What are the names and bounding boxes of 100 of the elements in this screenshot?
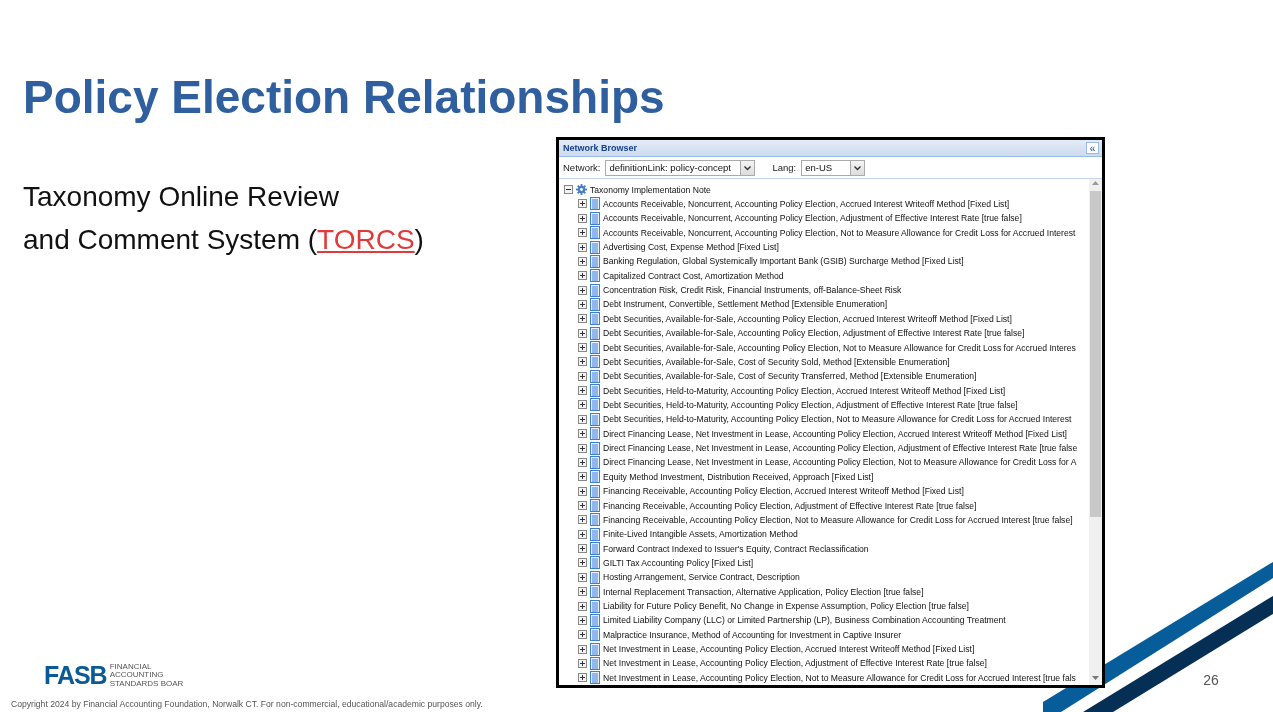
expand-icon[interactable] (578, 414, 587, 424)
document-icon (590, 211, 600, 225)
expand-icon[interactable] (578, 486, 587, 496)
document-icon (590, 570, 600, 584)
tree-item[interactable]: Direct Financing Lease, Net Investment in Lease, Accounting Policy Election, Accrued Interest Writeoff Method [Fixed List] (603, 428, 1067, 439)
expand-icon[interactable] (578, 457, 587, 467)
tree-item[interactable]: Limited Liability Company (LLC) or Limited Partnership (LP), Business Combination Accounting Treatment (603, 615, 1006, 626)
expand-icon[interactable] (578, 630, 587, 640)
expand-icon[interactable] (578, 644, 587, 654)
expand-icon[interactable] (578, 529, 587, 539)
dropdown-caret-icon[interactable] (850, 160, 865, 175)
tree-item[interactable]: Debt Instrument, Convertible, Settlement Method [Extensible Enumeration] (603, 299, 888, 310)
scrollbar[interactable] (1089, 179, 1102, 685)
tree-item[interactable]: Taxonomy Implementation Note (590, 184, 711, 195)
document-icon (590, 197, 600, 211)
tree-item[interactable]: Net Investment in Lease, Accounting Policy Election, Accrued Interest Writeoff Method [Fixed List] (603, 644, 975, 655)
copyright-text: Copyright 2024 by Financial Accounting Foundation, Norwalk CT. For non-commercial, educational/academic purposes only. (11, 699, 483, 709)
document-icon (590, 599, 600, 613)
expand-icon[interactable] (578, 299, 587, 309)
expand-icon[interactable] (578, 213, 587, 223)
tree-item[interactable]: Advertising Cost, Expense Method [Fixed List] (603, 242, 779, 253)
tree-item[interactable]: Debt Securities, Available-for-Sale, Cost of Security Sold, Method [Extensible Enumeration] (603, 356, 950, 367)
expand-icon[interactable] (578, 371, 587, 381)
subtitle: Taxonomy Online Review and Comment System (TORCS) (23, 180, 424, 257)
expand-icon[interactable] (578, 314, 587, 324)
expand-icon[interactable] (578, 472, 587, 482)
logo-text: ACCOUNTING (109, 671, 165, 680)
expand-icon[interactable] (578, 601, 587, 611)
expand-icon[interactable] (578, 443, 587, 453)
tree-item[interactable]: Financing Receivable, Accounting Policy Election, Not to Measure Allowance for Credit Loss for Accrued Interest [true false] (603, 514, 1073, 525)
tree-item[interactable]: Debt Securities, Available-for-Sale, Accounting Policy Election, Not to Measure Allowance for Credit Loss for Accrued Interes (603, 342, 1076, 353)
expand-icon[interactable] (578, 544, 587, 554)
tree-item[interactable]: Accounts Receivable, Noncurrent, Accounting Policy Election, Adjustment of Effective Interest Rate [true false] (603, 213, 1022, 224)
lang-dropdown[interactable]: en-US (801, 159, 866, 176)
collapse-icon[interactable] (564, 185, 573, 195)
document-icon (590, 269, 600, 283)
document-icon (590, 527, 600, 541)
tree-item[interactable]: Accounts Receivable, Noncurrent, Accounting Policy Election, Accrued Interest Writeoff Method [Fixed List] (603, 198, 1010, 209)
tree-item[interactable]: Financing Receivable, Accounting Policy Election, Accrued Interest Writeoff Method [Fixed List] (603, 486, 964, 497)
expand-icon[interactable] (578, 228, 587, 238)
expand-icon[interactable] (578, 658, 587, 668)
tree-item[interactable]: Debt Securities, Held-to-Maturity, Accounting Policy Election, Not to Measure Allowance for Credit Loss for Accrued Interest (603, 414, 1072, 425)
document-icon (590, 355, 600, 369)
logo-text: FINANCIAL (109, 662, 153, 671)
expand-icon[interactable] (578, 400, 587, 410)
document-icon (590, 470, 600, 484)
expand-icon[interactable] (578, 199, 587, 209)
tree-item[interactable]: Accounts Receivable, Noncurrent, Accounting Policy Election, Not to Measure Allowance for Credit Loss for Accrued Interest (603, 227, 1076, 238)
document-icon (590, 542, 600, 556)
expand-icon[interactable] (578, 572, 587, 582)
tree-item[interactable]: Debt Securities, Available-for-Sale, Cost of Security Transferred, Method [Extensible Enumeration] (603, 371, 977, 382)
expand-icon[interactable] (578, 587, 587, 597)
logo-text: STANDARDS BOAR (109, 679, 184, 688)
window-title: Network Browser (563, 143, 638, 154)
expand-icon[interactable] (578, 386, 587, 396)
tree-item[interactable]: Liability for Future Policy Benefit, No Change in Expense Assumption, Policy Election [true false] (603, 601, 969, 611)
expand-icon[interactable] (578, 242, 587, 252)
document-icon (590, 283, 600, 297)
tree-item[interactable]: Concentration Risk, Credit Risk, Financial Instruments, off-Balance-Sheet Risk (603, 285, 902, 296)
tree-item[interactable]: Debt Securities, Held-to-Maturity, Accounting Policy Election, Accrued Interest Writeoff Method [Fixed List] (603, 385, 1006, 396)
tree-item[interactable]: Malpractice Insurance, Method of Accounting for Investment in Captive Insurer (603, 629, 902, 640)
tree-item[interactable]: Net Investment in Lease, Accounting Policy Election, Not to Measure Allowance for Credit Loss for Accrued Interest [true fals (603, 672, 1076, 683)
tree-item[interactable]: Debt Securities, Available-for-Sale, Accounting Policy Election, Accrued Interest Writeoff Method [Fixed List] (603, 313, 1012, 324)
document-icon (590, 484, 600, 498)
tree-item[interactable]: Capitalized Contract Cost, Amortization Method (603, 270, 784, 281)
expand-icon[interactable] (578, 271, 587, 281)
lang-label: Lang: (772, 162, 797, 174)
expand-icon[interactable] (578, 328, 587, 338)
tree-item[interactable]: Banking Regulation, Global Systemically Important Bank (GSIB) Surcharge Method [Fixed List] (603, 256, 964, 267)
tree-item[interactable]: Debt Securities, Available-for-Sale, Accounting Policy Election, Adjustment of Effective Interest Rate [true false] (603, 328, 1025, 339)
tree-item[interactable]: Finite-Lived Intangible Assets, Amortization Method (603, 529, 798, 540)
tree-item[interactable]: Direct Financing Lease, Net Investment in Lease, Accounting Policy Election, Adjustment of Effective Interest Rate [true false (603, 443, 1078, 454)
tree-item[interactable]: Direct Financing Lease, Net Investment in Lease, Accounting Policy Election, Not to Measure Allowance for Credit Loss for A (603, 457, 1077, 468)
tree-item[interactable]: GILTI Tax Accounting Policy [Fixed List] (603, 557, 754, 568)
tree-item[interactable]: Net Investment in Lease, Accounting Policy Election, Adjustment of Effective Interest Rate [true false] (603, 658, 987, 669)
document-icon (590, 455, 600, 469)
network-dropdown[interactable]: definitionLink: policy-concept (605, 159, 756, 176)
tree-item[interactable]: Financing Receivable, Accounting Policy Election, Adjustment of Effective Interest Rate [true false] (603, 500, 977, 511)
collapse-button[interactable]: « (1086, 142, 1099, 155)
tree-item[interactable]: Hosting Arrangement, Service Contract, Description (603, 572, 800, 583)
expand-icon[interactable] (578, 285, 587, 295)
document-icon (590, 613, 600, 627)
tree-item[interactable]: Debt Securities, Held-to-Maturity, Accounting Policy Election, Adjustment of Effective Interest Rate [true false] (603, 400, 1018, 410)
expand-icon[interactable] (578, 615, 587, 625)
scroll-down-icon[interactable] (1091, 674, 1100, 682)
expand-icon[interactable] (578, 515, 587, 525)
expand-icon[interactable] (578, 343, 587, 353)
dropdown-caret-icon[interactable] (740, 160, 755, 175)
network-label: Network: (563, 162, 601, 174)
expand-icon[interactable] (578, 501, 587, 510)
tree-item[interactable]: Equity Method Investment, Distribution Received, Approach [Fixed List] (603, 471, 874, 482)
tree-item[interactable]: Internal Replacement Transaction, Alternative Application, Policy Election [true false] (603, 586, 924, 597)
expand-icon[interactable] (578, 429, 587, 439)
slide-title: Policy Election Relationships (23, 72, 665, 122)
expand-icon[interactable] (578, 558, 587, 568)
torcs-link[interactable]: TORCS (317, 224, 415, 255)
expand-icon[interactable] (578, 256, 587, 266)
expand-icon[interactable] (578, 357, 587, 367)
expand-icon[interactable] (578, 673, 587, 683)
tree-item[interactable]: Forward Contract Indexed to Issuer's Equity, Contract Reclassification (603, 543, 869, 554)
